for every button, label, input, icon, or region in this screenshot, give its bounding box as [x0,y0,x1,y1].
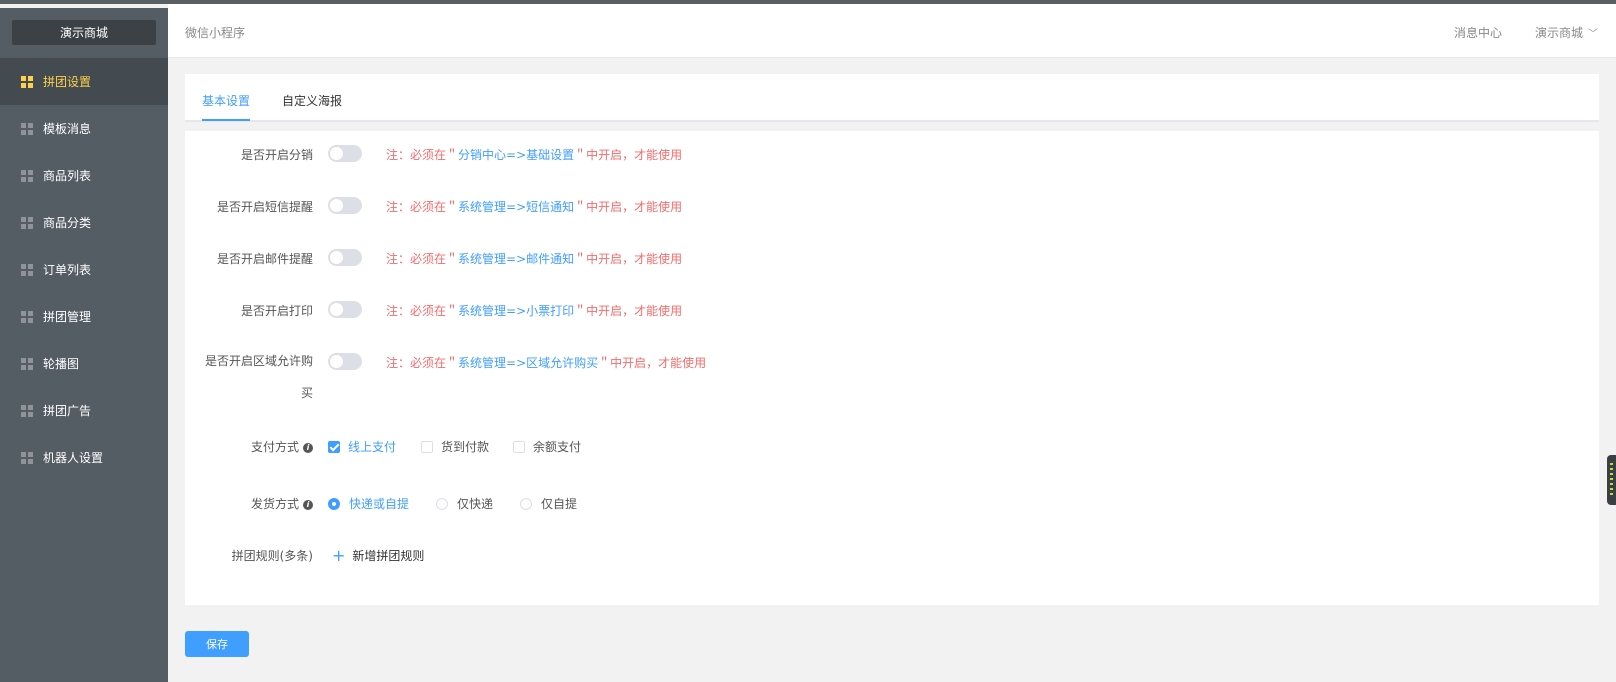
grid-icon [21,122,33,135]
region-note: 注：必须在＂系统管理=>区域允许购买＂中开启，才能使用 [386,356,707,370]
sidebar-item-label: 订单列表 [43,263,92,277]
sidebar-item-label: 商品分类 [43,216,92,230]
sidebar-item-label: 拼团管理 [43,310,92,324]
add-group-rule-button[interactable]: + 新增拼团规则 [332,547,424,564]
sms-switch[interactable] [328,197,362,214]
payment-option-cod[interactable]: 货到付款 [421,438,489,455]
sidebar-item-label: 拼团设置 [43,75,92,89]
tab-basic-settings[interactable]: 基本设置 [202,92,250,109]
email-note: 注：必须在＂系统管理=>邮件通知＂中开启，才能使用 [386,252,683,266]
delivery-option-express-or-pickup[interactable]: 快递或自提 [328,495,409,512]
active-tab-indicator [202,119,250,121]
sidebar-item-carousel[interactable]: 轮播图 [0,340,168,387]
checkbox-icon [421,440,433,453]
checkbox-icon [513,440,525,453]
sms-note-link[interactable]: 系统管理=>短信通知 [458,200,574,214]
grid-icon [21,263,33,276]
sidebar-item-template-message[interactable]: 模板消息 [0,105,168,152]
shop-dropdown-label: 演示商城 [1535,26,1584,40]
sidebar-item-label: 拼团广告 [43,404,92,418]
region-switch[interactable] [328,353,362,370]
chevron-down-icon: ﹀ [1588,29,1599,40]
payment-option-balance[interactable]: 余额支付 [513,438,581,455]
sidebar-item-group-management[interactable]: 拼团管理 [0,293,168,340]
grid-icon [21,75,33,88]
sidebar-item-product-category[interactable]: 商品分类 [0,199,168,246]
sidebar-item-label: 轮播图 [43,357,80,371]
sms-label: 是否开启短信提醒 [216,200,313,214]
print-note-link[interactable]: 系统管理=>小票打印 [458,304,574,318]
email-note-link[interactable]: 系统管理=>邮件通知 [458,252,574,266]
sidebar-item-label: 商品列表 [43,169,92,183]
grid-icon [21,357,33,370]
radio-selected-icon [328,497,340,510]
checkbox-checked-icon [328,440,340,453]
sidebar-item-group-settings[interactable]: 拼团设置 [0,58,168,105]
grid-icon [21,216,33,229]
grid-icon [21,404,33,417]
delivery-label: 发货方式 i [251,495,313,512]
info-icon[interactable]: i [303,499,313,510]
tabs-bar: 基本设置 自定义海报 [185,74,1599,122]
grid-icon [21,169,33,182]
sidebar-item-group-ads[interactable]: 拼团广告 [0,387,168,434]
distribution-note: 注：必须在＂分销中心=>基础设置＂中开启，才能使用 [386,148,683,162]
region-label: 是否开启区域允许购 买 [205,354,314,400]
plus-icon: + [332,545,346,565]
payment-label: 支付方式 i [251,438,313,455]
sidebar-item-order-list[interactable]: 订单列表 [0,246,168,293]
distribution-note-link[interactable]: 分销中心=>基础设置 [458,148,574,162]
region-note-link[interactable]: 系统管理=>区域允许购买 [458,356,598,370]
settings-form: 是否开启分销 注：必须在＂分销中心=>基础设置＂中开启，才能使用 是否开启短信提… [185,131,1599,605]
tab-custom-poster[interactable]: 自定义海报 [282,92,342,109]
group-rules-label: 拼团规则(多条) [231,549,313,563]
print-switch[interactable] [328,301,362,318]
print-note: 注：必须在＂系统管理=>小票打印＂中开启，才能使用 [386,304,683,318]
grid-icon [21,451,33,464]
top-header: 微信小程序 消息中心 演示商城 ﹀ [168,4,1616,58]
sms-note: 注：必须在＂系统管理=>短信通知＂中开启，才能使用 [386,200,683,214]
email-label: 是否开启邮件提醒 [216,252,313,266]
info-icon[interactable]: i [303,442,313,453]
sidebar-item-product-list[interactable]: 商品列表 [0,152,168,199]
distribution-label: 是否开启分销 [240,148,313,162]
delivery-option-pickup-only[interactable]: 仅自提 [520,495,577,512]
payment-option-online[interactable]: 线上支付 [328,438,396,455]
print-label: 是否开启打印 [240,304,313,318]
message-center-link[interactable]: 消息中心 [1454,24,1502,41]
grid-icon [21,310,33,323]
shop-dropdown[interactable]: 演示商城 ﹀ [1535,24,1598,41]
radio-icon [436,497,448,510]
save-button[interactable]: 保存 [185,631,249,657]
sidebar-menu: 拼团设置 模板消息 商品列表 商品分类 订单列表 拼团管理 轮播图 拼团广告 机… [0,58,168,481]
shop-title: 演示商城 [12,20,156,45]
sidebar-item-label: 机器人设置 [43,451,104,465]
distribution-switch[interactable] [328,145,362,162]
sidebar-item-robot-settings[interactable]: 机器人设置 [0,434,168,481]
sidebar: 演示商城 拼团设置 模板消息 商品列表 商品分类 订单列表 拼团管理 轮播图 拼… [0,8,168,682]
radio-icon [520,497,532,510]
breadcrumb[interactable]: 微信小程序 [185,24,245,41]
sidebar-item-label: 模板消息 [43,122,92,136]
delivery-option-express-only[interactable]: 仅快递 [436,495,493,512]
email-switch[interactable] [328,249,362,266]
side-panel-handle[interactable] [1607,455,1616,505]
